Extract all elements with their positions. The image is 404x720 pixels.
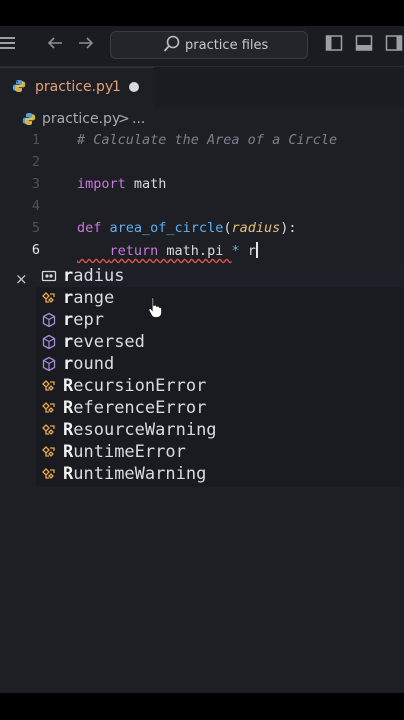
code-parameter: radius <box>231 220 281 236</box>
editor-tab-bar: practice.py 1 <box>0 67 404 108</box>
function-symbol-icon <box>41 334 57 350</box>
class-symbol-icon <box>41 400 57 416</box>
top-black-strip <box>0 0 404 26</box>
suggestion-label: RuntimeError <box>63 442 186 462</box>
class-symbol-icon <box>41 444 57 460</box>
python-file-icon <box>12 80 26 92</box>
code-punctuation: ): <box>280 220 297 236</box>
line-number: 4 <box>31 198 41 214</box>
unsaved-dot-icon[interactable] <box>129 82 139 92</box>
forward-arrow-icon[interactable] <box>74 34 98 58</box>
code-editor[interactable]: 1 # Calculate the Area of a Circle 2 3 i… <box>0 130 404 270</box>
code-expression: math.pi <box>158 243 232 259</box>
suggestion-item[interactable]: reversed <box>36 331 404 353</box>
code-keyword: import <box>77 176 126 192</box>
suggestion-item[interactable]: ReferenceError <box>36 397 404 419</box>
mouse-pointer-icon <box>148 297 162 318</box>
suggestion-item[interactable]: RecursionError <box>36 375 404 397</box>
line-number: 2 <box>31 154 41 170</box>
line-number: 6 <box>31 242 41 258</box>
title-bar: practice files <box>0 26 404 67</box>
class-symbol-icon <box>41 290 57 306</box>
text-cursor <box>255 242 258 258</box>
suggestion-item[interactable]: ResourceWarning <box>36 419 404 441</box>
search-icon <box>163 34 181 58</box>
line-number: 1 <box>31 132 41 148</box>
bottom-black-strip <box>0 693 404 720</box>
code-keyword: def <box>77 220 102 236</box>
code-operator: * <box>231 243 240 259</box>
python-file-icon <box>22 113 36 125</box>
suggestion-item[interactable]: range <box>36 287 404 309</box>
code-line: 5 def area_of_circle(radius): <box>0 220 404 242</box>
menu-icon[interactable] <box>0 34 20 58</box>
suggestion-widget: radius range repr reversed round RecursionErr… <box>36 265 404 487</box>
tab-filename: practice.py <box>35 79 114 95</box>
suggestion-item[interactable]: radius <box>36 265 404 287</box>
code-line: 3 import math <box>0 176 404 198</box>
suggestion-item[interactable]: RuntimeError <box>36 441 404 463</box>
code-line: 4 <box>0 198 404 220</box>
suggestion-label: radius <box>63 266 125 286</box>
breadcrumb-more[interactable]: ... <box>132 111 145 127</box>
class-symbol-icon <box>41 422 57 438</box>
code-line: 2 <box>0 154 404 176</box>
suggestion-item[interactable]: round <box>36 353 404 375</box>
function-symbol-icon <box>41 312 57 328</box>
class-symbol-icon <box>41 378 57 394</box>
suggestion-item[interactable]: repr <box>36 309 404 331</box>
code-comment: # Calculate the Area of a Circle <box>77 132 338 148</box>
close-suggestions-icon[interactable]: × <box>15 270 28 288</box>
code-line-current: 6 return math.pi * r <box>0 242 404 264</box>
tab-practice-py[interactable]: practice.py 1 <box>0 67 154 108</box>
suggestion-label: ResourceWarning <box>63 420 217 440</box>
search-input[interactable]: practice files <box>110 31 308 59</box>
suggestion-label: repr <box>63 310 104 330</box>
breadcrumb-separator: > <box>118 111 130 127</box>
line-number: 5 <box>31 220 41 236</box>
suggestion-label: round <box>63 354 115 374</box>
tab-problem-count: 1 <box>112 79 121 95</box>
line-number: 3 <box>31 176 41 192</box>
editor-empty-area <box>0 487 404 693</box>
suggestion-label: range <box>63 288 115 308</box>
code-identifier: math <box>125 176 167 192</box>
code-function-name: area_of_circle <box>109 220 224 236</box>
code-typed-text: r <box>239 243 256 259</box>
breadcrumb-file[interactable]: practice.py <box>42 111 120 127</box>
back-arrow-icon[interactable] <box>43 34 67 58</box>
variable-symbol-icon <box>41 268 57 284</box>
suggestion-label: RecursionError <box>63 376 207 396</box>
code-line: 1 # Calculate the Area of a Circle <box>0 132 404 154</box>
toggle-secondary-sidebar-icon[interactable] <box>382 34 404 58</box>
suggestion-label: reversed <box>63 332 145 352</box>
class-symbol-icon <box>41 466 57 482</box>
suggestion-label: RuntimeWarning <box>63 464 207 484</box>
breadcrumb: practice.py > ... <box>0 108 404 132</box>
toggle-primary-sidebar-icon[interactable] <box>322 34 346 58</box>
suggestion-item[interactable]: RuntimeWarning <box>36 463 404 485</box>
search-placeholder: practice files <box>185 38 269 53</box>
toggle-panel-icon[interactable] <box>352 34 376 58</box>
code-keyword: return <box>109 243 159 259</box>
function-symbol-icon <box>41 356 57 372</box>
suggestion-label: ReferenceError <box>63 398 207 418</box>
